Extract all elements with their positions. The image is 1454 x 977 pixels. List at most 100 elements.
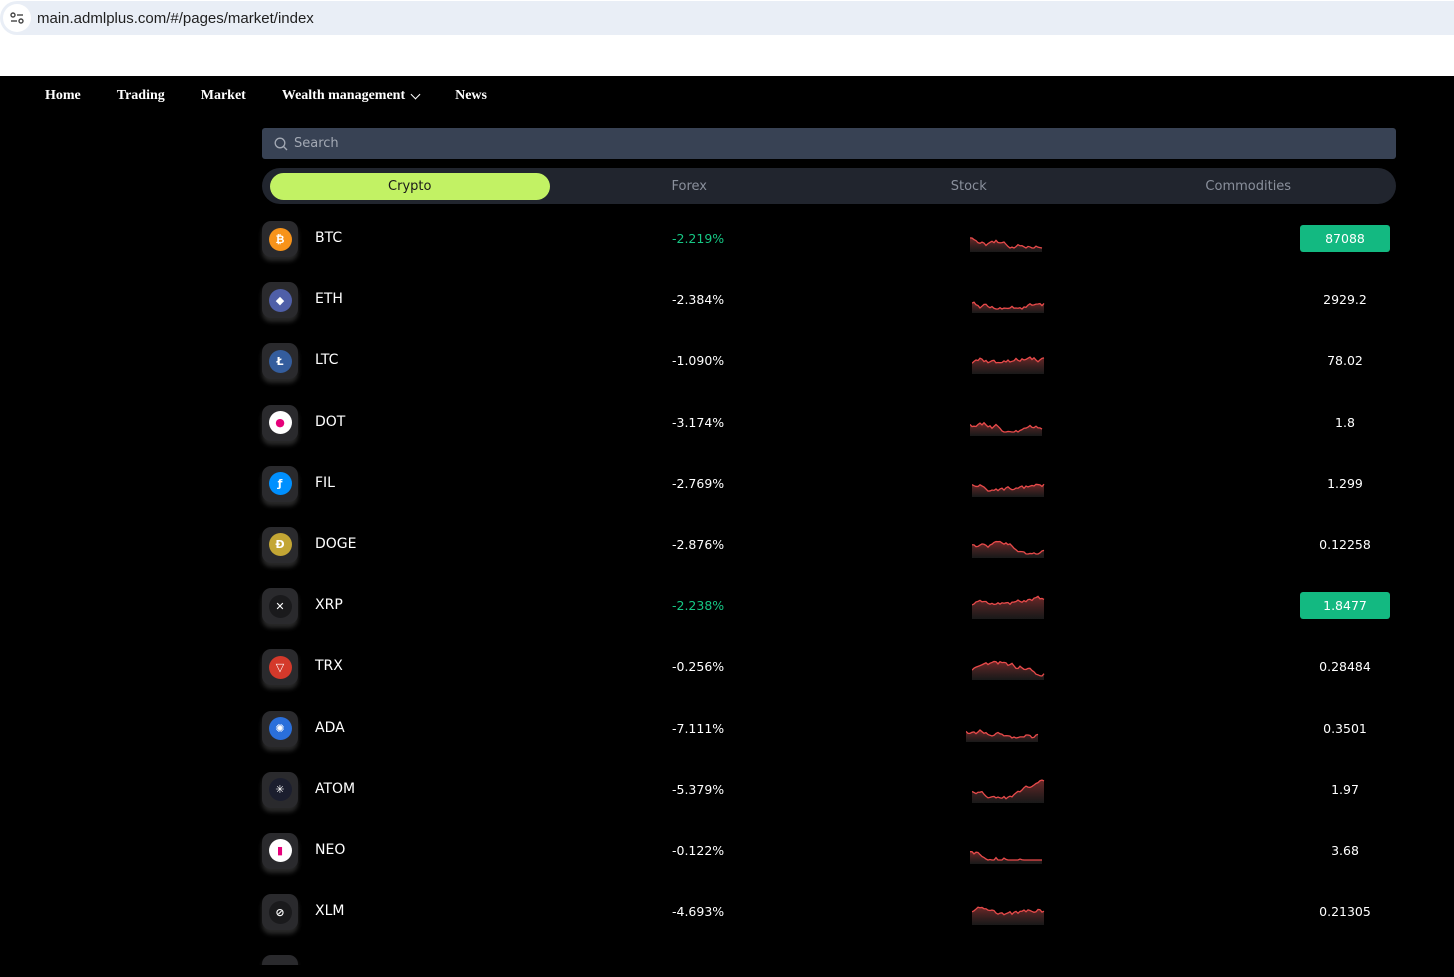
bottom-edge [0,965,1454,977]
dot-coin-icon: ● [268,411,292,435]
nav-wealth-management[interactable]: Wealth management [281,88,421,104]
sparkline-chart [972,301,1045,314]
market-row[interactable]: ▮ NEO -0.122% 3.68 [262,832,1396,893]
top-nav: Home Trading Market Wealth management Ne… [45,88,523,104]
price-value: 0.21305 [1319,904,1371,920]
xlm-coin-icon: ⊘ [268,900,292,924]
market-row[interactable]: ✳ ATOM -5.379% 1.97 [262,771,1396,832]
url-text[interactable]: main.admlplus.com/#/pages/market/index [37,10,314,27]
market-row[interactable]: Ł LTC -1.090% 78.02 [262,342,1396,403]
change-percent: -3.174% [672,414,725,430]
site-settings-icon[interactable] [3,4,31,32]
nav-wealth-label: Wealth management [281,88,406,103]
price-value: 3.68 [1331,842,1359,858]
sparkline-chart [972,595,1045,620]
nav-news[interactable]: News [455,88,487,104]
price-value: 0.28484 [1319,659,1371,675]
coin-icon-box: ƒ [262,465,298,502]
coin-symbol: XRP [315,597,343,614]
coin-symbol: DOGE [315,535,357,552]
coin-icon-box: ✳ [262,771,298,808]
price-value: 2929.2 [1323,292,1367,308]
coin-icon-box: ⊘ [262,894,298,931]
sparkline-area [970,422,1042,436]
nav-home[interactable]: Home [45,88,81,104]
coin-icon-box: Ð [262,526,298,563]
search-input[interactable] [294,136,1294,151]
sparkline-area [972,907,1044,926]
nav-trading[interactable]: Trading [117,88,165,104]
coin-symbol: ADA [315,719,345,736]
coin-symbol: LTC [315,352,339,369]
change-percent: -7.111% [672,720,725,736]
chevron-down-icon [410,89,421,99]
price-value[interactable]: 1.8477 [1300,592,1390,620]
change-percent: -2.219% [672,231,725,246]
coin-symbol: ETH [315,291,343,308]
change-percent: -5.379% [672,781,725,797]
market-row[interactable]: ƒ FIL -2.769% 1.299 [262,465,1396,526]
sparkline-chart [972,483,1045,497]
sparkline-area [970,851,1042,864]
price-value: 1.97 [1331,781,1359,797]
market-page: Home Trading Market Wealth management Ne… [0,76,1454,965]
coin-icon-box: ● [262,404,298,441]
market-tabs: Crypto Forex Stock Commodities [262,168,1396,204]
trx-coin-icon: ▽ [268,655,292,679]
browser-chrome: main.admlplus.com/#/pages/market/index [0,0,1454,76]
sparkline-chart [972,540,1045,558]
coin-symbol: TRX [315,658,343,675]
tab-stock[interactable]: Stock [829,173,1109,200]
market-row[interactable]: ◆ ETH -2.384% 2929.2 [262,281,1396,342]
coin-symbol: XLM [315,903,345,920]
change-percent: -0.122% [672,842,725,858]
market-row[interactable]: Ð DOGE -2.876% 0.12258 [262,526,1396,587]
sparkline-chart [972,779,1045,803]
price-value[interactable]: 87088 [1300,225,1390,252]
price-value: 78.02 [1327,353,1363,369]
market-row[interactable]: ✕ XRP -2.238% 1.8477 [262,587,1396,648]
fil-coin-icon: ƒ [268,472,292,496]
change-percent: -2.769% [672,475,725,491]
search-bar [262,128,1396,159]
sparkline-area [966,729,1038,742]
coin-icon-box: ▽ [262,649,298,686]
doge-coin-icon: Ð [268,533,292,557]
tab-commodities[interactable]: Commodities [1109,173,1389,200]
coin-icon-box: ₿ [262,221,298,257]
market-row[interactable]: ✺ ADA -7.111% 0.3501 [262,710,1396,771]
market-row[interactable]: ● DOT -3.174% 1.8 [262,404,1396,465]
sparkline-area [972,302,1044,314]
ada-coin-icon: ✺ [268,717,292,740]
tab-crypto[interactable]: Crypto [270,172,550,200]
address-bar[interactable]: main.admlplus.com/#/pages/market/index [0,1,1454,35]
sparkline-area [972,779,1044,803]
market-row-partial [262,954,1396,965]
sparkline-chart [972,661,1045,681]
change-percent: -2.876% [672,536,725,552]
eth-coin-icon: ◆ [268,288,292,312]
coin-symbol: ATOM [315,780,356,797]
coin-icon-box: ✺ [262,710,298,747]
coin-symbol: DOT [315,413,346,430]
btc-coin-icon: ₿ [268,227,292,251]
change-percent: -2.238% [672,598,725,614]
price-value: 0.12258 [1319,536,1371,552]
nav-market[interactable]: Market [201,88,246,104]
coin-icon-box: ▮ [262,832,298,869]
coin-icon-box [262,955,298,965]
market-row[interactable]: ₿ BTC -2.219% 87088 [262,220,1396,281]
market-list: ₿ BTC -2.219% 87088 ◆ ETH -2.384% 2929.2… [262,220,1396,965]
sparkline-chart [972,906,1045,926]
tab-forex[interactable]: Forex [550,173,830,200]
neo-coin-icon: ▮ [268,839,292,863]
change-percent: -2.384% [672,292,725,308]
sparkline-chart [972,356,1045,375]
market-row[interactable]: ▽ TRX -0.256% 0.28484 [262,648,1396,709]
change-percent: -1.090% [672,353,725,369]
sparkline-chart [970,237,1043,252]
coin-icon-box: ✕ [262,588,298,625]
market-row[interactable]: ⊘ XLM -4.693% 0.21305 [262,893,1396,954]
sparkline-chart [970,850,1042,864]
sparkline-chart [966,728,1039,742]
